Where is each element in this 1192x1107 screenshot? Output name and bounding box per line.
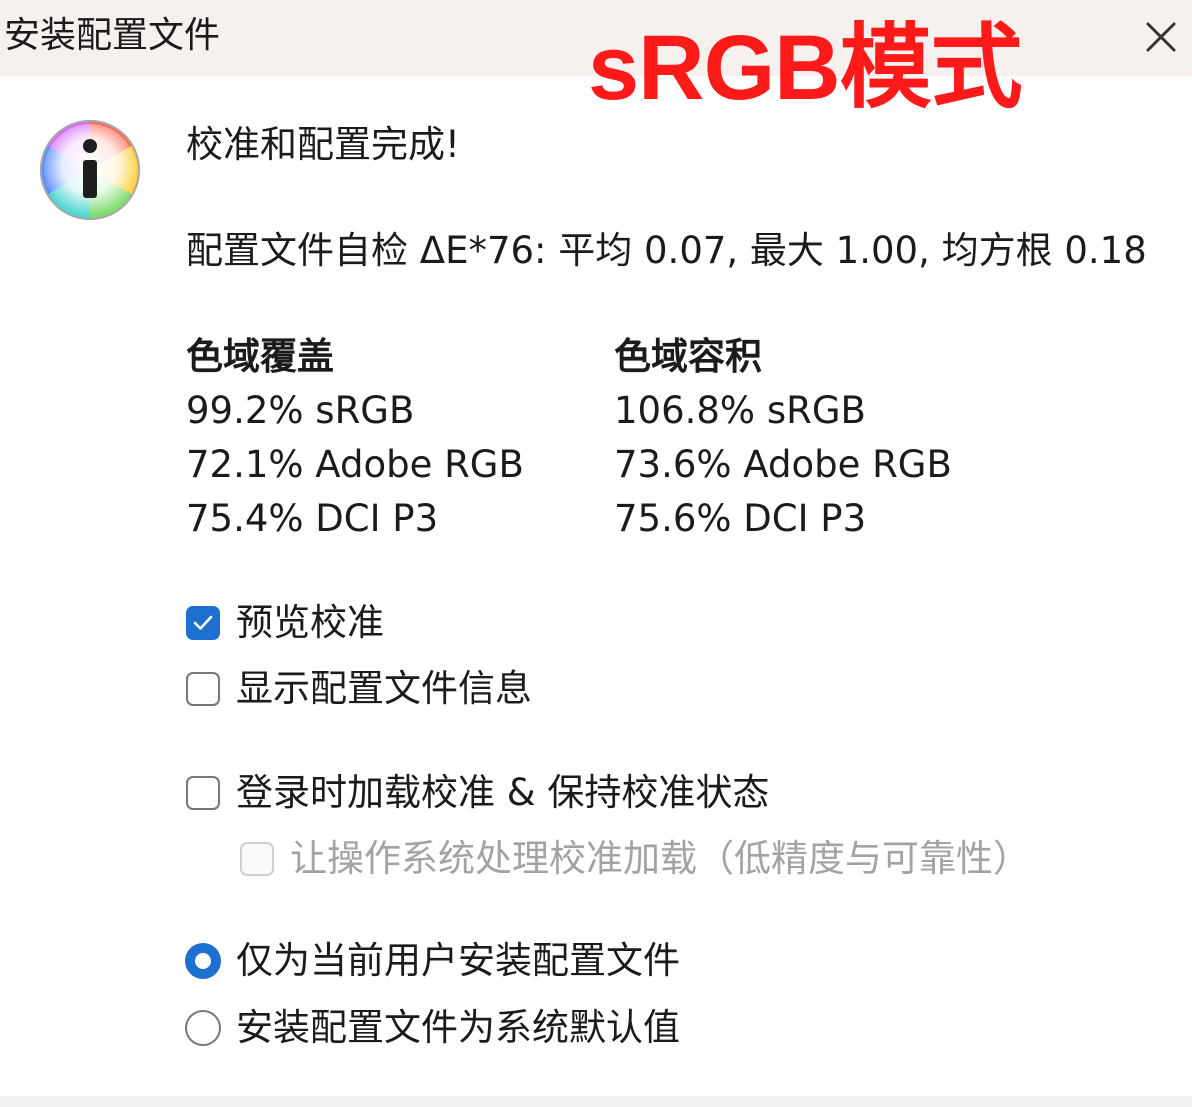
- gamut-coverage-heading: 色域覆盖: [186, 335, 334, 378]
- show-profile-info-label[interactable]: 显示配置文件信息: [236, 666, 532, 712]
- install-system-default-radio[interactable]: [185, 1010, 221, 1046]
- dialog-footer-edge: [0, 1096, 1192, 1107]
- volume-dci-p3: 75.6% DCI P3: [614, 497, 867, 540]
- status-headline: 校准和配置完成!: [186, 123, 460, 166]
- load-calibration-on-login-label[interactable]: 登录时加载校准 & 保持校准状态: [236, 770, 769, 816]
- coverage-adobe-rgb: 72.1% Adobe RGB: [186, 443, 524, 486]
- preview-calibration-label[interactable]: 预览校准: [236, 600, 384, 646]
- profile-self-check-result: 配置文件自检 ΔE*76: 平均 0.07, 最大 1.00, 均方根 0.18: [186, 229, 1147, 272]
- show-profile-info-checkbox[interactable]: [186, 672, 220, 706]
- gamut-volume-heading: 色域容积: [614, 335, 762, 378]
- volume-srgb: 106.8% sRGB: [614, 389, 866, 432]
- window-title: 安装配置文件: [4, 15, 221, 56]
- install-system-default-label[interactable]: 安装配置文件为系统默认值: [236, 1005, 680, 1051]
- os-handles-calibration-checkbox: [240, 842, 274, 876]
- preview-calibration-checkbox[interactable]: [186, 606, 220, 640]
- srgb-mode-overlay-label: sRGB模式: [588, 17, 1023, 119]
- install-current-user-label[interactable]: 仅为当前用户安装配置文件: [236, 938, 680, 984]
- checkmark-icon: [193, 615, 213, 630]
- install-current-user-radio[interactable]: [185, 943, 221, 979]
- close-icon: [1146, 22, 1176, 52]
- volume-adobe-rgb: 73.6% Adobe RGB: [614, 443, 952, 486]
- coverage-dci-p3: 75.4% DCI P3: [186, 497, 439, 540]
- os-handles-calibration-label: 让操作系统处理校准加载（低精度与可靠性）: [290, 837, 1030, 880]
- load-calibration-on-login-checkbox[interactable]: [186, 776, 220, 810]
- info-icon: [38, 118, 142, 222]
- coverage-srgb: 99.2% sRGB: [186, 389, 415, 432]
- close-button[interactable]: [1130, 6, 1192, 68]
